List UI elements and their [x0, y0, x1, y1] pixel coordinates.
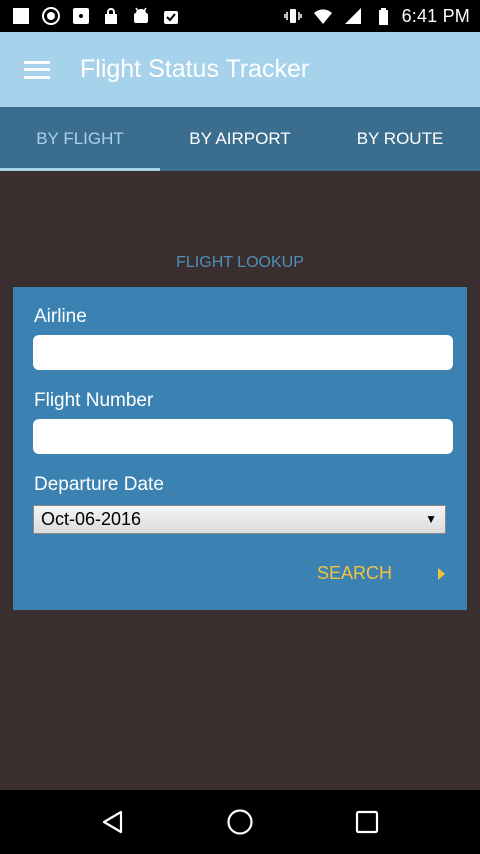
recents-button[interactable]	[347, 802, 387, 842]
recents-icon	[355, 810, 378, 834]
square-icon	[10, 6, 32, 26]
record-icon	[40, 6, 62, 26]
status-bar: 6:41 PM	[0, 0, 480, 32]
dropdown-arrow-icon: ▼	[425, 512, 437, 526]
system-icons: 6:41 PM	[282, 6, 480, 27]
back-button[interactable]	[93, 802, 133, 842]
home-button[interactable]	[220, 802, 260, 842]
signal-icon	[342, 6, 364, 26]
notification-icons	[0, 6, 182, 26]
flight-lookup-heading: FLIGHT LOOKUP	[176, 254, 304, 271]
departure-date-select[interactable]: Oct-06-2016 ▼	[33, 505, 446, 534]
home-icon	[227, 809, 253, 835]
vibrate-icon	[282, 6, 304, 26]
play-arrow-icon	[438, 567, 445, 580]
flight-number-input[interactable]	[33, 419, 453, 454]
departure-date-value: Oct-06-2016	[41, 509, 142, 529]
app-bar: Flight Status Tracker	[0, 32, 480, 107]
airline-label: Airline	[34, 306, 87, 327]
search-label: SEARCH	[316, 563, 392, 583]
search-button[interactable]: SEARCH	[317, 563, 445, 584]
navigation-bar	[0, 790, 480, 854]
airline-input[interactable]	[33, 335, 453, 370]
flight-number-label: Flight Number	[34, 390, 154, 411]
back-icon	[103, 810, 123, 834]
check-bag-icon	[160, 6, 182, 26]
hamburger-icon	[24, 60, 50, 79]
status-time: 6:41 PM	[401, 5, 470, 26]
tab-by-airport[interactable]: BY AIRPORT	[160, 107, 320, 171]
tab-by-route[interactable]: BY ROUTE	[320, 107, 480, 171]
departure-date-label: Departure Date	[34, 474, 164, 495]
tab-by-flight[interactable]: BY FLIGHT	[0, 107, 160, 171]
wifi-icon	[312, 6, 334, 26]
battery-icon	[372, 6, 394, 26]
lock-bag-icon	[100, 6, 122, 26]
menu-button[interactable]	[0, 32, 74, 107]
flight-lookup-card: Airline Flight Number Departure Date Oct…	[13, 287, 467, 610]
android-icon	[130, 6, 152, 26]
tab-bar: BY FLIGHT BY AIRPORT BY ROUTE	[0, 107, 480, 171]
dot-square-icon	[70, 6, 92, 26]
app-title: Flight Status Tracker	[80, 55, 310, 83]
